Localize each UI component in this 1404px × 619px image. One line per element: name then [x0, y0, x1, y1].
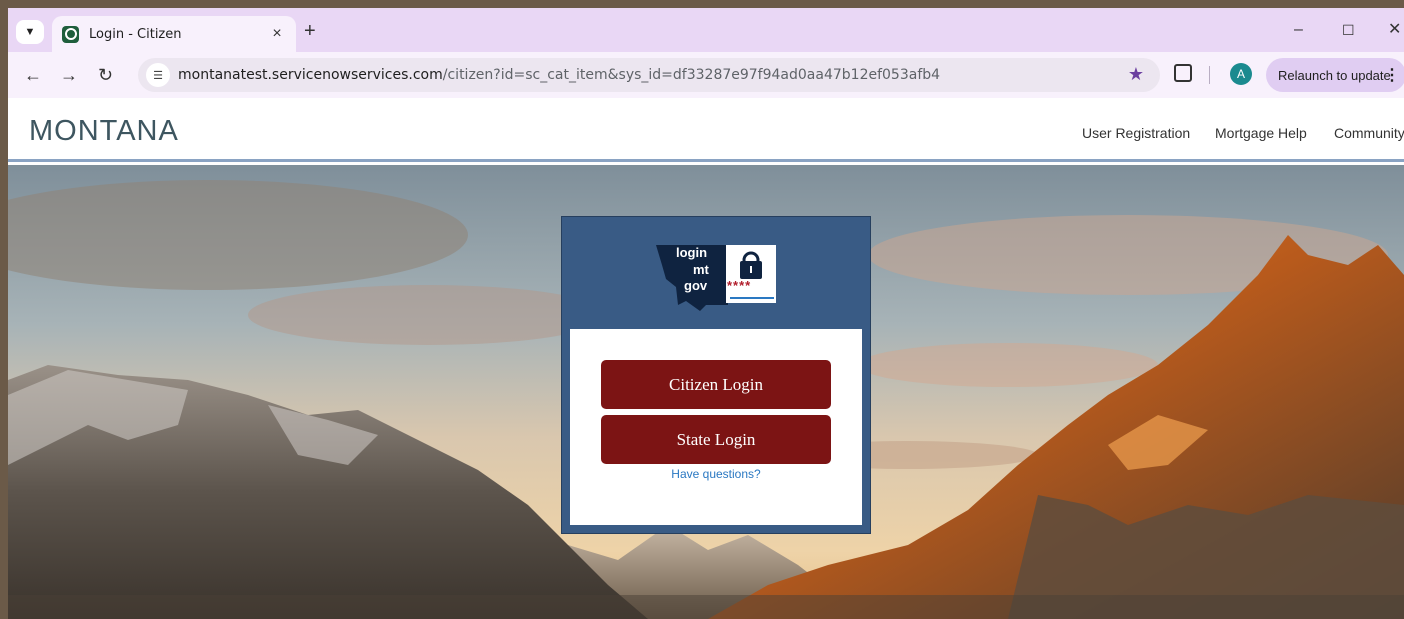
close-window-icon[interactable]: ✕ [1388, 21, 1401, 39]
back-icon[interactable]: ← [24, 65, 42, 85]
login-button-card: Citizen Login State Login Have questions… [570, 329, 862, 525]
hero-mountain-background: login mt gov **** Citizen Login State Lo… [8, 165, 1404, 619]
logo-text-gov: gov [684, 278, 708, 293]
nav-community[interactable]: Community [1334, 125, 1404, 141]
url-text: montanatest.servicenowservices.com/citiz… [178, 67, 940, 83]
have-questions-link[interactable]: Have questions? [570, 467, 862, 481]
url-domain: montanatest.servicenowservices.com [178, 67, 443, 83]
browser-toolbar: ← → ↻ ☰ montanatest.servicenowservices.c… [8, 52, 1404, 98]
citizen-login-button[interactable]: Citizen Login [601, 360, 831, 409]
logo-asterisks: **** [727, 278, 752, 293]
extensions-icon[interactable] [1174, 64, 1192, 82]
maximize-icon[interactable]: ☐ [1342, 21, 1355, 39]
url-path: /citizen?id=sc_cat_item&sys_id=df33287e9… [442, 67, 941, 83]
tab-title: Login - Citizen [89, 26, 182, 42]
relaunch-button[interactable]: Relaunch to update ⋮ [1266, 58, 1404, 92]
site-info-icon[interactable]: ☰ [146, 63, 170, 87]
tab-search-button[interactable]: ▼ [16, 20, 44, 44]
new-tab-button[interactable]: + [304, 21, 316, 41]
browser-window: ▼ Login - Citizen × + – ☐ ✕ ← → ↻ ☰ mont… [8, 8, 1404, 619]
nav-mortgage-help[interactable]: Mortgage Help [1215, 125, 1307, 141]
close-tab-icon[interactable]: × [268, 25, 286, 43]
site-header: MONTANA User Registration Mortgage Help … [8, 98, 1404, 162]
reload-icon[interactable]: ↻ [98, 65, 113, 85]
relaunch-label: Relaunch to update [1278, 67, 1391, 83]
address-bar[interactable]: ☰ montanatest.servicenowservices.com/cit… [138, 58, 1160, 92]
minimize-icon[interactable]: – [1294, 21, 1303, 39]
nav-user-registration[interactable]: User Registration [1082, 125, 1190, 141]
login-panel: login mt gov **** Citizen Login State Lo… [561, 216, 871, 534]
browser-tab[interactable]: Login - Citizen × [52, 16, 296, 52]
logo-text-login: login [676, 245, 708, 260]
menu-dots-icon[interactable]: ⋮ [1384, 65, 1400, 85]
tab-strip: ▼ Login - Citizen × + – ☐ ✕ [8, 8, 1404, 52]
toolbar-divider [1209, 66, 1210, 84]
page-content: MONTANA User Registration Mortgage Help … [8, 98, 1404, 619]
bookmark-star-icon[interactable]: ★ [1128, 64, 1144, 85]
state-login-button[interactable]: State Login [601, 415, 831, 464]
servicenow-favicon-icon [62, 25, 79, 43]
forward-icon[interactable]: → [60, 65, 78, 85]
site-title[interactable]: MONTANA [29, 115, 179, 148]
chevron-down-icon: ▼ [24, 26, 36, 38]
profile-avatar[interactable]: A [1230, 63, 1252, 85]
login-mt-gov-logo [656, 245, 776, 311]
logo-text-mt: mt [693, 262, 709, 277]
